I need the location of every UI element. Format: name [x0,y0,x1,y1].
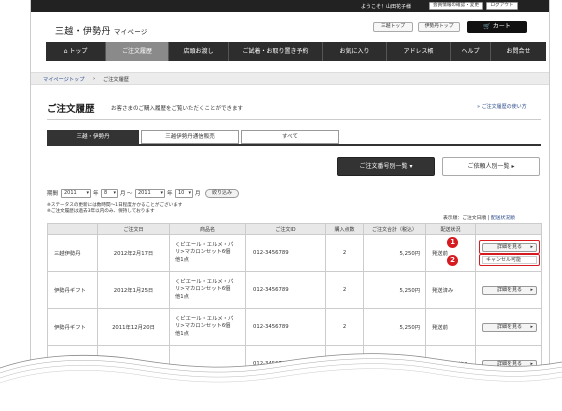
col-product-name: 商品名 [169,223,246,235]
torn-edge [0,353,562,411]
row-product-name: くピエール・エルメ・パ リ>マカロンセット6個 他1点 [169,234,246,272]
product-name-line: リ>マカロンセット6個 [175,286,231,293]
product-name-line: リ>マカロンセット6個 [175,249,231,256]
logout-button[interactable]: ログアウト [486,2,518,10]
note-retention: ※ご注文履歴は過去3年以内のみ、保持しております [47,209,155,214]
cart-icon: 🛒 [483,23,493,30]
to-year-unit: 年 [167,191,173,197]
col-shipping-status: 配送状況 [425,223,476,235]
row-actions: 詳細を見る [475,271,542,309]
from-month-unit: 月 [120,191,126,197]
sort-by-order-number-button[interactable]: ご注文番号別一覧 ▾ [337,157,435,176]
product-name-line: 他1点 [175,330,189,337]
row-order-id-link[interactable]: 012-3456789 [245,271,326,309]
display-order-current: 表示順：ご注文日順 | [443,216,491,221]
row-store: 伊勢丹ギフト [47,271,98,309]
nav-top-label: トップ [69,48,88,55]
view-details-button[interactable]: 詳細を見る [482,323,537,332]
page-subtitle: お客さまのご購入履歴をご覧いただくことができます [111,106,244,112]
tab-mail-order[interactable]: 三越伊勢丹通信販売 [141,130,239,144]
page-title: ご注文履歴 [47,104,95,115]
nav-fitting-reservation[interactable]: ご試着・お取り置き予約 [229,42,323,61]
nav-top[interactable]: ⌂ トップ [46,42,106,61]
breadcrumb-separator: › [93,76,96,82]
row-total: 5,250円 [363,234,426,272]
from-year-select[interactable]: 2011 [61,189,91,198]
range-separator: ～ [127,191,133,197]
nav-contact[interactable]: お問合せ [491,42,546,61]
site-logo[interactable]: 三越・伊勢丹 マイページ [55,24,148,37]
row-quantity: 2 [325,271,364,309]
logo-text: 三越・伊勢丹 [55,27,111,37]
tabs-divider [47,144,541,146]
logo-subtitle: マイページ [113,28,148,36]
sort-by-shipping-status-link[interactable]: 配送状況順 [491,216,515,221]
breadcrumb-mypage-top[interactable]: マイページトップ [43,76,84,83]
nav-favorites[interactable]: お気に入り [323,42,387,61]
tab-mitsukoshi-isetan[interactable]: 三越・伊勢丹 [47,130,139,144]
cart-label: カート [492,23,511,30]
col-store [47,223,98,235]
sort-requester-label: ご依頼人別一覧 [467,163,510,170]
product-name-line: 他1点 [175,293,189,300]
from-year-unit: 年 [93,191,99,197]
title-divider [47,119,541,120]
product-name-line: 他1点 [175,256,189,263]
row-quantity: 2 [325,234,364,272]
table-row: 伊勢丹ギフト 2012年1月25日 くピエール・エルメ・パ リ>マカロンセット6個… [47,271,542,309]
to-month-unit: 月 [195,191,201,197]
nav-help[interactable]: ヘルプ [451,42,491,61]
col-order-id: ご注文ID [245,223,326,235]
highlight-box [479,254,540,266]
row-status: 発送済み [425,271,476,309]
nav-store-pickup[interactable]: 店頭お渡し [169,42,229,61]
to-year-select[interactable]: 2011 [135,189,165,198]
site-header: 三越・伊勢丹 マイページ 三越トップ 伊勢丹トップ 🛒 カート [31,12,549,42]
table-row: 三越伊勢丹 2012年2月17日 くピエール・エルメ・パ リ>マカロンセット6個他… [47,234,542,272]
col-quantity: 購入点数 [325,223,364,235]
sort-by-requester-button[interactable]: ご依頼人別一覧 ▸ [442,157,540,176]
row-order-id-link[interactable]: 012-3456789 [245,234,326,272]
period-label: 期間 [47,191,59,197]
row-actions: 詳細を見る キャンセル可能 [475,234,542,272]
to-month-select[interactable]: 10 [175,189,193,198]
row-product-name: くピエール・エルメ・パ リ>マカロンセット6個 他1点 [169,271,246,309]
nav-order-history[interactable]: ご注文履歴 [106,42,169,61]
row-store: 三越伊勢丹 [47,234,98,272]
main-nav: ⌂ トップ ご注文履歴 店頭お渡し ご試着・お取り置き予約 お気に入り アドレス… [46,42,546,61]
tab-all[interactable]: すべて [241,130,339,144]
breadcrumb-current: ご注文履歴 [103,77,129,83]
col-actions [475,223,542,235]
welcome-text: ようこそ！山田花子様 [361,4,412,10]
chevron-right-icon: ▸ [509,163,515,170]
display-order: 表示順：ご注文日順 | 配送状況順 [443,214,515,221]
nav-address-book[interactable]: アドレス帳 [387,42,451,61]
row-total: 5,250円 [363,271,426,309]
order-history-help-link[interactable]: » ご注文履歴の使い方 [477,103,527,110]
breadcrumb: マイページトップ › ご注文履歴 [31,72,549,85]
sort-order-label: ご注文番号別一覧 [359,163,408,170]
account-settings-button[interactable]: 会員情報の確認・変更 [429,2,483,10]
col-total: ご注文合計（税込） [363,223,426,235]
view-details-button[interactable]: 詳細を見る [482,286,537,295]
isetan-top-button[interactable]: 伊勢丹トップ [418,22,460,32]
callout-badge-1: 1 [447,237,458,248]
narrow-down-button[interactable]: 絞り込み [205,189,239,198]
cart-button[interactable]: 🛒 カート [467,21,527,33]
top-utility-bar: ようこそ！山田花子様 会員情報の確認・変更 ログアウト [31,0,549,12]
product-name-line: リ>マカロンセット6個 [175,323,231,330]
row-date: 2012年2月17日 [97,234,170,272]
highlight-box [479,240,540,254]
from-month-select[interactable]: 8 [101,189,118,198]
row-date: 2012年1月25日 [97,271,170,309]
col-order-date: ご注文日 [97,223,170,235]
table-header-row: ご注文日 商品名 ご注文ID 購入点数 ご注文合計（税込） 配送状況 [47,223,542,235]
chevron-down-icon: ▾ [407,163,413,170]
notes: ※ステータスの更新には数時間〜1日程度かかることがございます ※ご注文履歴は過去… [47,203,182,215]
callout-badge-2: 2 [447,255,458,266]
mitsukoshi-top-button[interactable]: 三越トップ [373,22,413,32]
